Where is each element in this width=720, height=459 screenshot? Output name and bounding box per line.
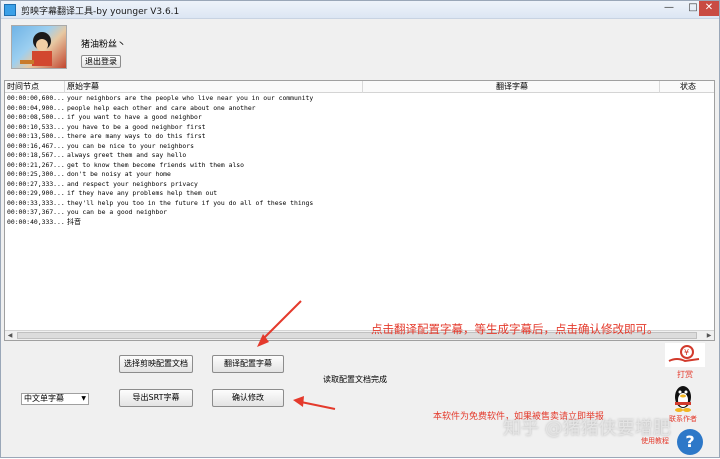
status-text: 读取配置文档完成 bbox=[323, 375, 387, 384]
logout-button[interactable]: 退出登录 bbox=[81, 55, 121, 68]
translate-config-button[interactable]: 翻译配置字幕 bbox=[212, 355, 284, 373]
time-cell: 00:00:08,500... bbox=[7, 113, 65, 121]
time-cell: 00:00:18,567... bbox=[7, 151, 65, 159]
subtitle-mode-select[interactable]: 中文单字幕 ▼ bbox=[21, 393, 89, 405]
username: 猪油粉丝丶 bbox=[81, 40, 127, 50]
original-cell: people help each other and care about on… bbox=[67, 103, 256, 112]
table-row[interactable]: 00:00:08,500... if you want to have a goo… bbox=[5, 113, 714, 123]
select-config-button[interactable]: 选择剪映配置文档 bbox=[119, 355, 193, 373]
table-row[interactable]: 00:00:33,333... they'll help you too in t… bbox=[5, 199, 714, 209]
question-icon[interactable]: ? bbox=[677, 429, 703, 455]
table-body: 00:00:00,600... your neighbors are the pe… bbox=[5, 94, 714, 227]
close-button[interactable]: ✕ bbox=[699, 1, 719, 16]
svg-text:¥: ¥ bbox=[684, 348, 689, 357]
original-cell: 抖音 bbox=[67, 217, 81, 226]
title-bar[interactable]: 剪映字幕翻译工具-by younger V3.6.1 — □ ✕ bbox=[1, 1, 719, 19]
arrow-to-confirm bbox=[300, 401, 336, 410]
original-cell: there are many ways to do this first bbox=[67, 132, 206, 140]
table-row[interactable]: 00:00:40,333... 抖音 bbox=[5, 218, 714, 228]
scroll-left-icon[interactable]: ◀ bbox=[5, 331, 15, 341]
table-row[interactable]: 00:00:29,900... if they have any problems… bbox=[5, 189, 714, 199]
table-row[interactable]: 00:00:25,300... don't be noisy at your ho… bbox=[5, 170, 714, 180]
table-row[interactable]: 00:00:13,500... there are many ways to do… bbox=[5, 132, 714, 142]
column-header-status[interactable]: 状态 bbox=[660, 81, 714, 93]
table-row[interactable]: 00:00:04,900... people help each other an… bbox=[5, 104, 714, 114]
time-cell: 00:00:13,500... bbox=[7, 132, 65, 140]
original-cell: you have to be a good neighbor first bbox=[67, 122, 206, 131]
table-row[interactable]: 00:00:00,600... your neighbors are the pe… bbox=[5, 94, 714, 104]
time-cell: 00:00:10,533... bbox=[7, 122, 65, 131]
table-row[interactable]: 00:00:18,567... always greet them and say… bbox=[5, 151, 714, 161]
contact-author-label[interactable]: 联系作者 bbox=[669, 414, 697, 424]
chevron-down-icon[interactable]: ▼ bbox=[81, 394, 86, 404]
scroll-right-icon[interactable]: ▶ bbox=[704, 331, 714, 341]
time-cell: 00:00:04,900... bbox=[7, 103, 65, 112]
window-title: 剪映字幕翻译工具-by younger V3.6.1 bbox=[21, 7, 180, 17]
original-cell: they'll help you too in the future if yo… bbox=[67, 198, 314, 207]
table-row[interactable]: 00:00:21,267... get to know them become f… bbox=[5, 161, 714, 171]
time-cell: 00:00:25,300... bbox=[7, 170, 65, 178]
time-cell: 00:00:00,600... bbox=[7, 94, 65, 102]
column-header-translated[interactable]: 翻译字幕 bbox=[363, 81, 660, 93]
table-row[interactable]: 00:00:37,367... you can be a good neighbo… bbox=[5, 208, 714, 218]
watermark: 知乎 @猪猪侠要增肥 bbox=[503, 418, 671, 439]
original-cell: you can be nice to your neighbors bbox=[67, 141, 194, 150]
penguin-icon[interactable] bbox=[671, 384, 695, 412]
dashang-label[interactable]: 打赏 bbox=[677, 369, 693, 380]
column-header-time[interactable]: 时间节点 bbox=[5, 81, 65, 93]
time-cell: 00:00:29,900... bbox=[7, 189, 65, 197]
app-window: 剪映字幕翻译工具-by younger V3.6.1 — □ ✕ 猪油粉丝丶 退… bbox=[0, 0, 720, 458]
hand-coin-icon[interactable]: ¥ bbox=[665, 343, 705, 367]
confirm-modify-button[interactable]: 确认修改 bbox=[212, 389, 284, 407]
original-cell: and respect your neighbors privacy bbox=[67, 179, 198, 188]
original-cell: don't be noisy at your home bbox=[67, 170, 171, 178]
table-header: 时间节点 原始字幕 翻译字幕 状态 bbox=[5, 81, 714, 93]
original-cell: if you want to have a good neighbor bbox=[67, 113, 202, 121]
time-cell: 00:00:21,267... bbox=[7, 160, 65, 169]
subtitle-mode-value: 中文单字幕 bbox=[24, 394, 64, 403]
column-header-original[interactable]: 原始字幕 bbox=[65, 81, 363, 93]
original-cell: if they have any problems help them out bbox=[67, 189, 218, 197]
avatar bbox=[11, 25, 67, 69]
minimize-button[interactable]: — bbox=[657, 1, 681, 16]
table-row[interactable]: 00:00:10,533... you have to be a good nei… bbox=[5, 123, 714, 133]
time-cell: 00:00:40,333... bbox=[7, 217, 65, 226]
app-icon bbox=[4, 4, 16, 16]
original-cell: your neighbors are the people who live n… bbox=[67, 94, 314, 102]
original-cell: always greet them and say hello bbox=[67, 151, 187, 159]
arrow-head bbox=[293, 396, 304, 407]
time-cell: 00:00:37,367... bbox=[7, 208, 65, 216]
export-srt-button[interactable]: 导出SRT字幕 bbox=[119, 389, 193, 407]
instruction-note: 点击翻译配置字幕，等生成字幕后，点击确认修改即可。 bbox=[371, 322, 659, 336]
table-row[interactable]: 00:00:27,333... and respect your neighbor… bbox=[5, 180, 714, 190]
table-row[interactable]: 00:00:16,467... you can be nice to your n… bbox=[5, 142, 714, 152]
original-cell: you can be a good neighbor bbox=[67, 208, 168, 216]
subtitle-table[interactable]: 时间节点 原始字幕 翻译字幕 状态 00:00:00,600... your ne… bbox=[4, 80, 715, 341]
time-cell: 00:00:27,333... bbox=[7, 179, 65, 188]
time-cell: 00:00:16,467... bbox=[7, 141, 65, 150]
original-cell: get to know them become friends with the… bbox=[67, 160, 244, 169]
time-cell: 00:00:33,333... bbox=[7, 198, 65, 207]
